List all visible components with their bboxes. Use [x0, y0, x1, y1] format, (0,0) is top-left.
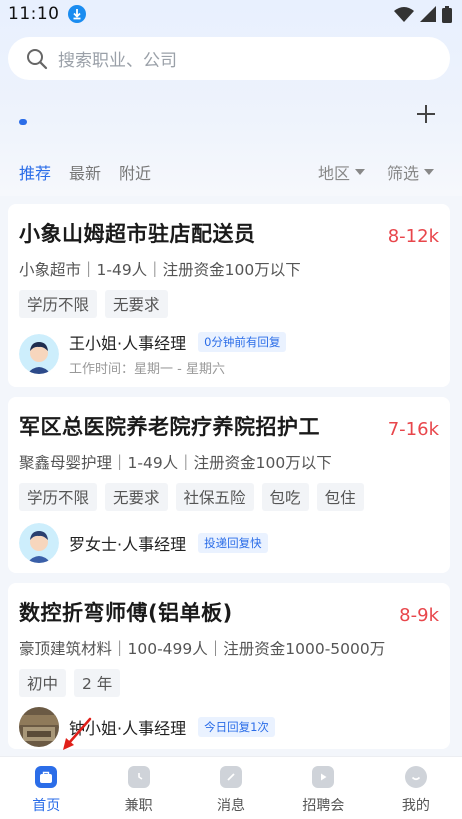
download-icon — [67, 5, 86, 23]
play-icon — [312, 766, 335, 788]
job-card[interactable]: 小象山姆超市驻店配送员 8-12k 小象超市｜1-49人｜注册资金100万以下 … — [8, 204, 450, 387]
job-salary: 7-16k — [387, 419, 439, 440]
search-icon — [27, 48, 48, 69]
job-salary: 8-12k — [387, 226, 439, 247]
region-filter[interactable]: 地区 — [318, 160, 365, 184]
reply-badge: 今日回复1次 — [198, 717, 275, 737]
job-tags: 学历不限 无要求 社保五险 包吃 包住 — [19, 483, 439, 511]
reply-badge: 0分钟前有回复 — [198, 332, 287, 352]
nav-label: 招聘会 — [302, 798, 345, 814]
chevron-down-icon — [354, 169, 365, 175]
nav-jobfair[interactable]: 招聘会 — [277, 757, 369, 819]
clock-icon — [127, 766, 150, 788]
battery-icon — [442, 5, 452, 23]
screen-filter-label: 筛选 — [386, 164, 419, 183]
avatar — [19, 707, 59, 747]
search-input[interactable]: 搜索职业、公司 — [8, 37, 450, 80]
job-tag: 社保五险 — [175, 483, 254, 511]
avatar — [19, 333, 59, 374]
job-tag: 无要求 — [105, 290, 168, 318]
job-title: 小象山姆超市驻店配送员 — [19, 222, 256, 246]
company-info: 豪顶建筑材料｜100-499人｜注册资金1000-5000万 — [19, 640, 386, 658]
signal-icon — [420, 6, 436, 22]
nav-profile[interactable]: 我的 — [370, 757, 462, 819]
status-time: 11:10 — [8, 4, 60, 24]
recruiter-name: 罗女士·人事经理 — [69, 535, 187, 554]
region-filter-label: 地区 — [317, 164, 350, 183]
filter-bar: 地区 筛选 — [318, 160, 434, 184]
reply-badge: 投递回复快 — [198, 533, 268, 553]
nav-label: 兼职 — [124, 798, 153, 814]
bag-icon — [35, 766, 58, 788]
job-tag: 无要求 — [105, 483, 168, 511]
nav-parttime[interactable]: 兼职 — [92, 757, 184, 819]
nav-label: 我的 — [401, 798, 430, 814]
bottom-nav: 首页 兼职 消息 招聘会 我的 — [0, 756, 462, 819]
job-tag: 2 年 — [74, 669, 121, 697]
nav-label: 首页 — [32, 798, 61, 814]
chat-icon — [220, 766, 243, 788]
recruiter-name: 王小姐·人事经理 — [69, 334, 187, 353]
job-card[interactable]: 军区总医院养老院疗养院招护工 7-16k 聚鑫母婴护理｜1-49人｜注册资金10… — [8, 397, 450, 573]
smile-icon — [404, 766, 427, 788]
job-tag: 包住 — [316, 483, 364, 511]
job-tags: 学历不限 无要求 — [19, 290, 439, 318]
wifi-icon — [394, 7, 414, 22]
company-info: 聚鑫母婴护理｜1-49人｜注册资金100万以下 — [19, 454, 332, 472]
plus-icon[interactable] — [414, 102, 438, 126]
search-placeholder: 搜索职业、公司 — [58, 51, 177, 71]
tab-nearby[interactable]: 附近 — [119, 160, 151, 184]
work-time: 工作时间：星期一 - 星期六 — [69, 362, 225, 377]
company-info: 小象超市｜1-49人｜注册资金100万以下 — [19, 261, 301, 279]
tab-recommend[interactable]: 推荐 — [19, 160, 51, 184]
recruiter-row: 罗女士·人事经理 投递回复快 — [19, 523, 439, 563]
nav-messages[interactable]: 消息 — [185, 757, 277, 819]
job-tag: 学历不限 — [19, 483, 98, 511]
tab-latest[interactable]: 最新 — [69, 160, 101, 184]
job-tags: 初中 2 年 — [19, 669, 439, 697]
screen-filter[interactable]: 筛选 — [387, 160, 434, 184]
annotation-arrow — [63, 717, 92, 750]
job-tag: 初中 — [19, 669, 67, 697]
avatar — [19, 523, 59, 563]
nav-label: 消息 — [217, 798, 246, 814]
chevron-down-icon — [424, 169, 434, 175]
job-tabs: 推荐 最新 附近 — [19, 160, 151, 184]
job-tag: 学历不限 — [19, 290, 98, 318]
job-title: 军区总医院养老院疗养院招护工 — [19, 415, 320, 439]
status-bar: 11:10 — [0, 0, 462, 28]
recruiter-row: 王小姐·人事经理 0分钟前有回复 工作时间：星期一 - 星期六 — [19, 330, 439, 377]
job-tag: 包吃 — [261, 483, 309, 511]
nav-home[interactable]: 首页 — [0, 757, 92, 819]
category-indicator[interactable] — [19, 119, 27, 125]
job-title: 数控折弯师傅(铝单板) — [19, 601, 233, 625]
job-salary: 8-9k — [399, 605, 439, 626]
